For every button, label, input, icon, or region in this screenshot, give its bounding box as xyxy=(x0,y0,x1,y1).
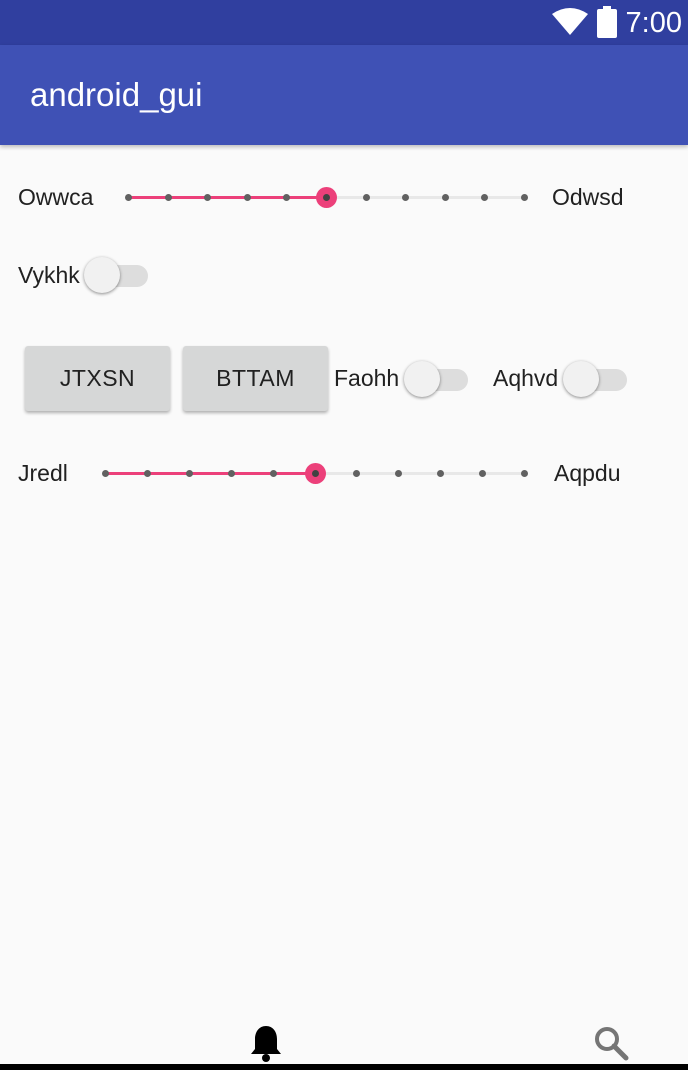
app-bar: android_gui xyxy=(0,45,688,145)
switch3-label: Aqhvd xyxy=(493,365,559,391)
slider2-left-label: Jredl xyxy=(18,460,68,486)
seekbar-tick xyxy=(353,470,361,477)
bell-icon[interactable] xyxy=(248,1024,284,1064)
seekbar-tick xyxy=(102,470,109,477)
seekbar-thumb[interactable] xyxy=(316,187,337,208)
seekbar-tick xyxy=(395,470,403,477)
seekbar-tick xyxy=(164,194,172,201)
seekbar-tick xyxy=(402,194,410,201)
seekbar-tick xyxy=(185,470,193,477)
switch-thumb xyxy=(404,361,440,397)
switch-aqhvd[interactable] xyxy=(563,358,629,398)
jtxsn-button[interactable]: JTXSN xyxy=(25,346,170,411)
seekbar-tick xyxy=(227,470,235,477)
search-icon[interactable] xyxy=(594,1026,630,1062)
seekbar-tick xyxy=(125,194,132,201)
switch-faohh[interactable] xyxy=(404,358,470,398)
seekbar-tick xyxy=(521,470,528,477)
status-time: 7:00 xyxy=(625,7,682,39)
seekbar-thumb[interactable] xyxy=(304,463,326,484)
slider1-left-label: Owwca xyxy=(18,184,94,210)
seekbar-tick xyxy=(481,194,489,201)
switch-thumb xyxy=(563,361,599,397)
navigation-bar xyxy=(0,1064,688,1070)
seekbar-tick xyxy=(283,194,291,201)
battery-icon xyxy=(597,6,617,38)
seekbar-tick xyxy=(143,470,151,477)
seekbar-tick xyxy=(479,470,487,477)
seekbar-tick xyxy=(269,470,277,477)
bttam-button[interactable]: BTTAM xyxy=(183,346,328,411)
seekbar-tick xyxy=(204,194,212,201)
switch-thumb xyxy=(84,257,120,293)
switch1-label: Vykhk xyxy=(18,262,80,288)
seekbar-tick xyxy=(243,194,251,201)
status-bar: 7:00 xyxy=(0,0,688,45)
seekbar-tick xyxy=(441,194,449,201)
wifi-icon xyxy=(552,8,588,35)
seekbar-tick xyxy=(362,194,370,201)
seekbar-2[interactable] xyxy=(102,458,528,488)
seekbar-tick xyxy=(437,470,445,477)
app-title: android_gui xyxy=(30,76,203,113)
slider2-right-label: Aqpdu xyxy=(554,460,621,486)
seekbar-tick xyxy=(521,194,528,201)
seekbar-progress xyxy=(105,472,315,475)
slider1-right-label: Odwsd xyxy=(552,184,624,210)
seekbar-progress xyxy=(128,196,326,199)
switch-vykhk[interactable] xyxy=(84,254,150,294)
switch2-label: Faohh xyxy=(334,365,400,391)
seekbar-1[interactable] xyxy=(125,182,528,212)
